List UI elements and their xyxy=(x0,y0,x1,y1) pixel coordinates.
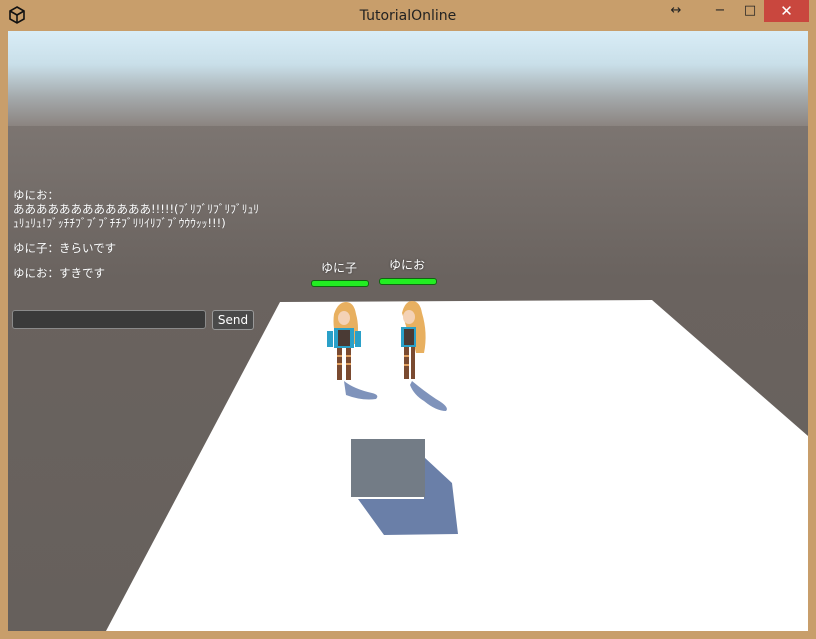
sky xyxy=(8,31,808,126)
cube xyxy=(351,439,425,497)
player-hp-bar xyxy=(379,278,437,285)
minimize-button[interactable]: − xyxy=(706,0,734,22)
window-title: TutorialOnline xyxy=(359,8,457,24)
chat-message: ゆに子：きらいです xyxy=(13,241,117,255)
app-window: TutorialOnline ↔ − □ ✕ ゆに子 ゆにお ゆにお： ああああ… xyxy=(0,0,816,639)
send-button[interactable]: Send xyxy=(212,310,254,330)
chat-log: ゆにお： ああああああああああああ!!!!!(ﾌﾞﾘﾌﾞﾘﾌﾞﾘﾌﾞﾘｭﾘｭﾘｭ… xyxy=(13,188,263,291)
player-hp-bar xyxy=(311,280,369,287)
chat-input[interactable] xyxy=(12,310,206,329)
player-nameplate: ゆにお xyxy=(388,258,425,272)
title-bar[interactable]: TutorialOnline ↔ − □ ✕ xyxy=(0,0,816,31)
resize-icon[interactable]: ↔ xyxy=(662,0,690,22)
close-button[interactable]: ✕ xyxy=(764,0,809,22)
chat-message: ゆにお： ああああああああああああ!!!!!(ﾌﾞﾘﾌﾞﾘﾌﾞﾘﾌﾞﾘｭﾘｭﾘｭ… xyxy=(13,188,260,230)
maximize-button[interactable]: □ xyxy=(736,0,764,22)
game-scene xyxy=(8,31,808,631)
game-viewport[interactable]: ゆに子 ゆにお ゆにお： ああああああああああああ!!!!!(ﾌﾞﾘﾌﾞﾘﾌﾞﾘ… xyxy=(8,31,808,631)
chat-message: ゆにお：すきです xyxy=(13,266,105,280)
